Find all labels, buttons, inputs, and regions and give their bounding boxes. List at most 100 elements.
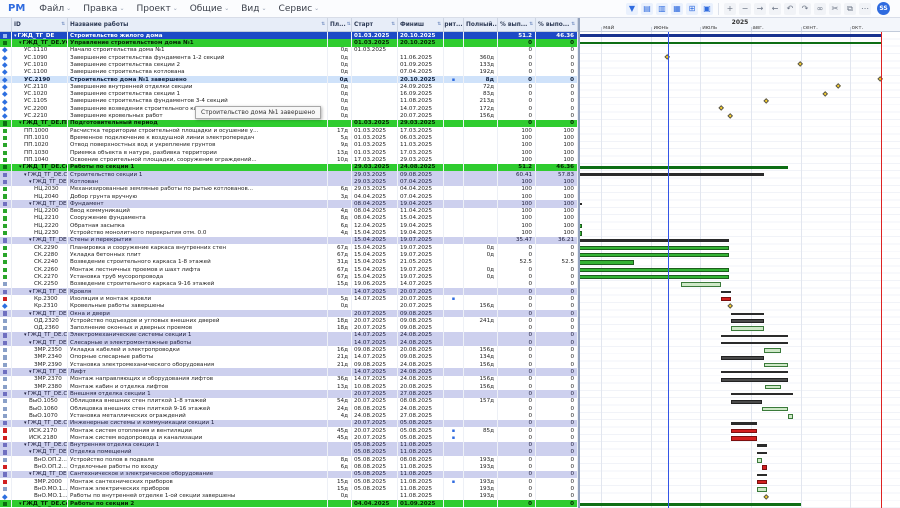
gantt-bar[interactable] — [762, 407, 788, 411]
table-row[interactable]: Кр.2310Кровельные работы завершены0д20.0… — [0, 303, 578, 310]
milestone-diamond[interactable] — [835, 84, 841, 90]
expand-caret-icon[interactable]: ▾ — [29, 311, 32, 317]
gantt-bar[interactable] — [731, 319, 763, 323]
table-row[interactable]: ▾ГЖД_ТГ_DE.Сек 1.1.5Окна и двери20.07.20… — [0, 310, 578, 317]
milestone-diamond[interactable] — [822, 91, 828, 97]
table-row[interactable]: ▾ГЖД_ТГ_DE.Сек 1.5Внутренняя отделка сек… — [0, 442, 578, 449]
table-row[interactable]: ЗМР.2390Установка электромеханического о… — [0, 361, 578, 368]
menu-Файл[interactable]: Файл⌄ — [39, 4, 71, 14]
user-avatar[interactable]: SS — [877, 2, 890, 15]
table-row[interactable]: ▾ГЖД_ТГ_DE.УСУправление строительством д… — [0, 39, 578, 46]
gantt-bar[interactable] — [580, 203, 582, 205]
gantt-bar[interactable] — [721, 335, 788, 337]
table-row[interactable]: ПП.1040Освоение строительной площадки, с… — [0, 156, 578, 163]
column-header-crit[interactable]: Крит...⇅ — [444, 18, 464, 31]
expand-caret-icon[interactable]: ▾ — [19, 501, 22, 507]
table-row[interactable]: УС.1100Завершение строительства котлован… — [0, 69, 578, 76]
table-row[interactable]: ИСК.2180Монтаж систем водопровода и кана… — [0, 434, 578, 441]
gantt-bar[interactable] — [757, 480, 767, 484]
gantt-bar[interactable] — [764, 363, 788, 367]
gantt-bar[interactable] — [580, 246, 729, 250]
gantt-bar[interactable] — [580, 253, 729, 257]
gantt-bar[interactable] — [762, 465, 767, 469]
gantt-bar[interactable] — [731, 436, 757, 440]
gantt-bar[interactable] — [580, 275, 729, 279]
column-header-id[interactable]: iD⇅ — [12, 18, 68, 31]
milestone-diamond[interactable] — [797, 62, 803, 68]
table-row[interactable]: СК.2290Планировка и сооружение каркаса в… — [0, 244, 578, 251]
table-row[interactable]: ЗМР.2380Монтаж кабин и отделка лифтов13д… — [0, 383, 578, 390]
table-row[interactable]: ПП.1010Временное подключение к воздушной… — [0, 134, 578, 141]
table-row[interactable]: ▾ГЖД_ТГ_DE.Сек 1.2Электромеханические си… — [0, 332, 578, 339]
table-row[interactable]: ▾ГЖД_ТГ_DE.Сек 1.5.2Сантехническое и эле… — [0, 471, 578, 478]
gantt-bar[interactable] — [788, 414, 793, 418]
gantt-bar[interactable] — [721, 378, 788, 382]
table-gantt-splitter[interactable] — [578, 18, 580, 508]
expand-caret-icon[interactable]: ▾ — [29, 289, 32, 295]
table-row[interactable]: ВнО.ОП.2...Отделочные работы по входу6д0… — [0, 463, 578, 470]
expand-caret-icon[interactable]: ▾ — [19, 120, 22, 126]
table-row[interactable]: ▾ГЖД_ТГ_DE.Сек 1.5.1Отделка помещений05.… — [0, 449, 578, 456]
table-row[interactable]: СК.2270Установка труб мусоропровода67д15… — [0, 273, 578, 280]
menu-Сервис[interactable]: Сервис⌄ — [279, 4, 320, 14]
table-row[interactable]: ▾ГЖД_ТГ_DE.Сек 1.3Внешняя отделка секции… — [0, 390, 578, 397]
table-row[interactable]: ЗМР.2000Монтаж сантехнических приборов15… — [0, 478, 578, 485]
table-row[interactable]: НЦ.2040Добор грунта вручную3д04.04.20250… — [0, 193, 578, 200]
milestone-diamond[interactable] — [728, 303, 734, 309]
gantt-bar[interactable] — [580, 260, 634, 264]
gantt-bar[interactable] — [580, 231, 582, 235]
table-row[interactable]: СК.2280Укладка бетонных плит67д15.04.202… — [0, 251, 578, 258]
column-header-p2[interactable]: % выпо...⇅ — [536, 18, 578, 31]
expand-caret-icon[interactable]: ▾ — [29, 449, 32, 455]
expand-caret-icon[interactable]: ▾ — [29, 201, 32, 207]
gantt-bar[interactable] — [721, 371, 788, 373]
table-row[interactable]: ▾ГЖД_ТГ_DE.Сек 2Работы по секции 204.04.… — [0, 500, 578, 507]
table-row[interactable]: УС.1110Начало строительства дома №10д01.… — [0, 47, 578, 54]
table-row[interactable]: СК.2240Возведение строительного каркаса … — [0, 259, 578, 266]
collapse-icon[interactable]: − — [739, 3, 751, 15]
copy-icon[interactable]: ⧉ — [844, 3, 856, 15]
gantt-bar[interactable] — [757, 487, 767, 491]
table-row[interactable]: ЗМР.2350Укладка кабелей и электропроводк… — [0, 346, 578, 353]
table-row[interactable]: УС.1105Завершение строительства фундамен… — [0, 98, 578, 105]
column-header-fin[interactable]: Финиш⇅ — [398, 18, 444, 31]
grid-icon[interactable]: ▦ — [671, 3, 683, 15]
table-icon[interactable]: ⊞ — [686, 3, 698, 15]
table-row[interactable]: ▾ГЖД_ТГ_DE.Сек 1.1Строительство секции 1… — [0, 171, 578, 178]
table-row[interactable]: ▾ГЖД_ТГ_DE.Сек 1.1.4Кровля14.07.202520.0… — [0, 288, 578, 295]
table-row[interactable]: УС.1010Завершение строительства секции 2… — [0, 61, 578, 68]
undo-icon[interactable]: ↶ — [784, 3, 796, 15]
gantt-bar[interactable] — [731, 393, 793, 395]
column-header-dur[interactable]: Пл...⇅ — [328, 18, 352, 31]
expand-caret-icon[interactable]: ▾ — [19, 40, 22, 46]
table-row[interactable]: ВнО.МО.1...Монтаж электрических приборов… — [0, 485, 578, 492]
expand-caret-icon[interactable]: ▾ — [24, 442, 27, 448]
table-row[interactable]: ПП.1030Приемка объекта в натуре, разбивк… — [0, 149, 578, 156]
menu-Правка[interactable]: Правка⌄ — [83, 4, 124, 14]
gantt-bar[interactable] — [764, 348, 782, 352]
table-row[interactable]: ▾ГЖД_ТГ_DE.Сек 1.1.3Стены и перекрытия15… — [0, 237, 578, 244]
gantt-bar[interactable] — [757, 452, 767, 454]
gantt-bar[interactable] — [731, 400, 762, 404]
table-row[interactable]: НЦ.2210Сооружение фундамента8д08.04.2025… — [0, 215, 578, 222]
milestone-diamond[interactable] — [763, 494, 769, 500]
expand-caret-icon[interactable]: ▾ — [24, 391, 27, 397]
table-row[interactable]: ЗМР.2370Монтаж направляющих и оборудован… — [0, 376, 578, 383]
table-row[interactable]: УС.2190Строительство дома №1 завершено0д… — [0, 76, 578, 83]
gantt-bar[interactable] — [757, 458, 762, 462]
table-row[interactable]: ▾ГЖД_ТГ_DE.Сек 1.2.1Слесарные и электром… — [0, 339, 578, 346]
gantt-bar[interactable] — [731, 326, 763, 330]
gantt-bar[interactable] — [681, 282, 722, 286]
gantt-bar[interactable] — [731, 429, 757, 433]
menu-Вид[interactable]: Вид⌄ — [241, 4, 266, 14]
milestone-diamond[interactable] — [728, 113, 734, 119]
table-row[interactable]: Кр.2300Изоляция и монтаж кровли5д14.07.2… — [0, 295, 578, 302]
gantt-bar[interactable] — [580, 268, 729, 272]
table-row[interactable]: ▾ГЖД_ТГ_DE.ПППодготовительный период01.0… — [0, 120, 578, 127]
table-row[interactable]: ОД.2360Заполнение оконных и дверных прое… — [0, 325, 578, 332]
table-row[interactable]: СК.2250Возведение строительного каркаса … — [0, 281, 578, 288]
column-header-p1[interactable]: % вып...⇅ — [498, 18, 536, 31]
table-row[interactable]: ▾ГЖД_ТГ_DE.Сек 1.2.2Лифт14.07.202524.08.… — [0, 368, 578, 375]
table-row[interactable]: ЗМР.2340Опорные слесарные работы21д14.07… — [0, 354, 578, 361]
gantt-bar[interactable] — [731, 422, 757, 424]
